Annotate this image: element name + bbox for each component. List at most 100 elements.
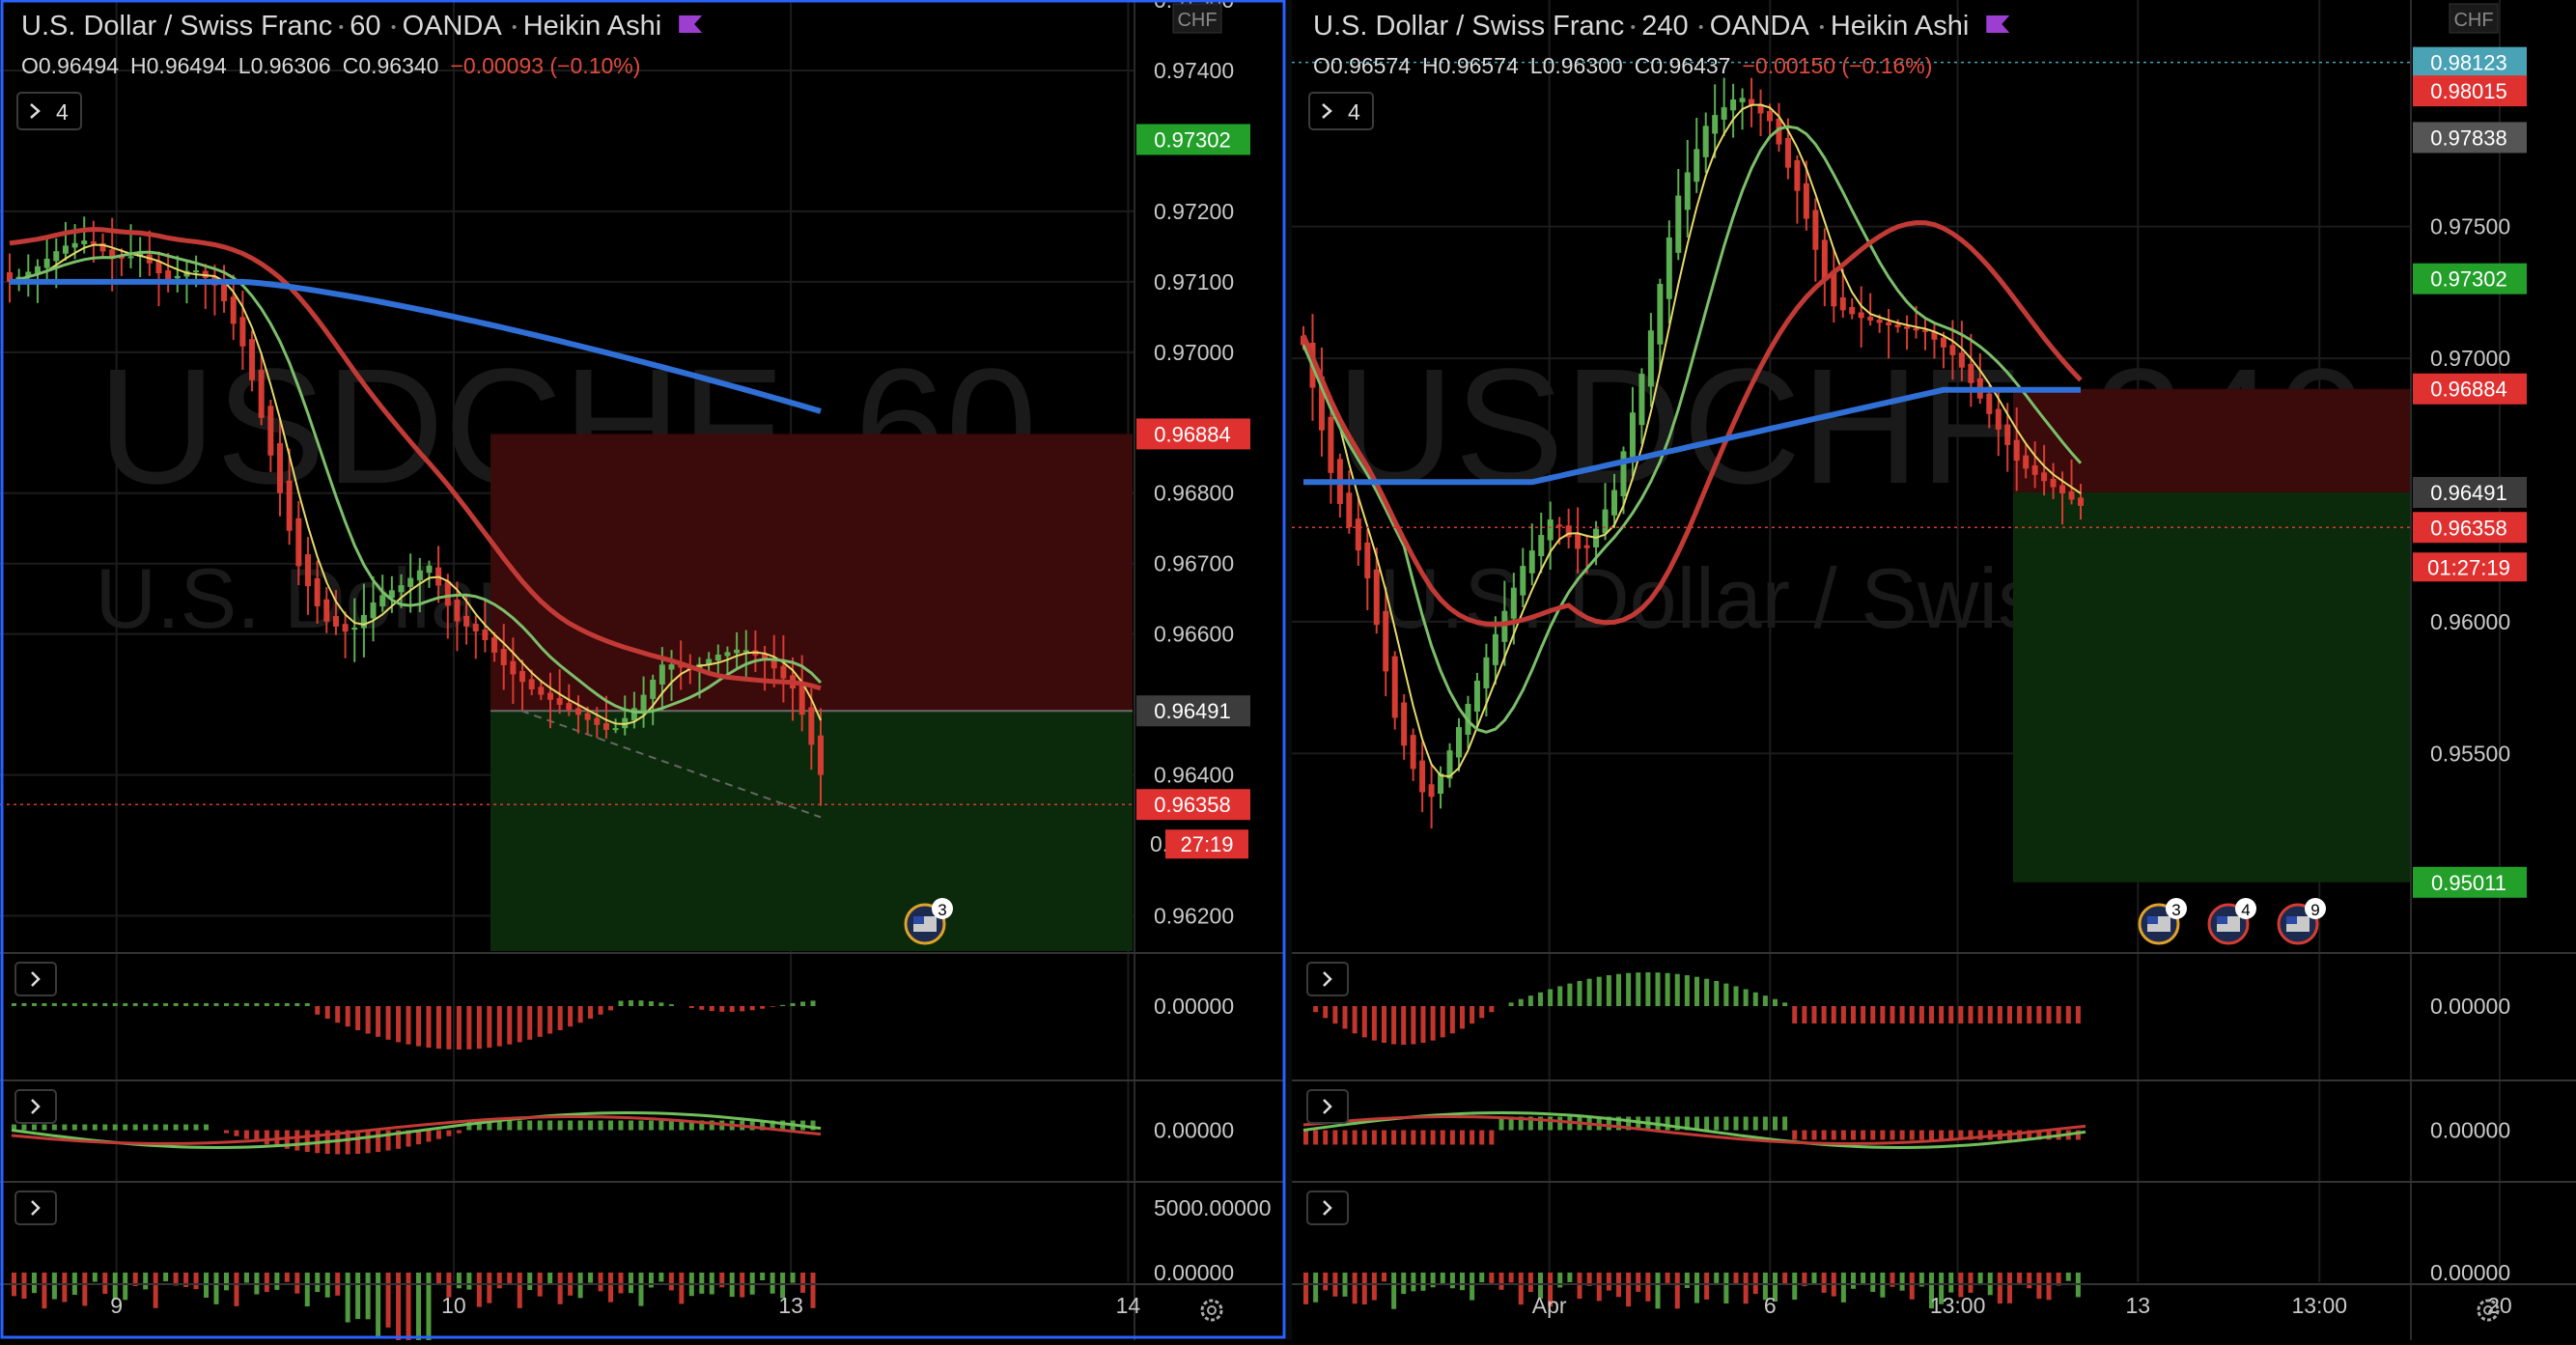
subpane-axis-label: 0.00000 bbox=[1154, 994, 1234, 1019]
histogram-bar bbox=[2017, 1273, 2022, 1283]
subpane-toggle[interactable] bbox=[1307, 1191, 1348, 1224]
candle-body bbox=[221, 283, 227, 301]
flag-icon[interactable] bbox=[1986, 15, 2009, 33]
subpane-toggle[interactable] bbox=[15, 1090, 56, 1123]
candle-body bbox=[1657, 284, 1663, 345]
histogram-bar bbox=[1734, 1117, 1739, 1131]
candle-body bbox=[557, 698, 563, 705]
histogram-bar bbox=[1421, 1273, 1426, 1291]
candle-body bbox=[1804, 183, 1809, 219]
histogram-bar bbox=[1870, 1131, 1875, 1140]
histogram-bar bbox=[72, 1003, 77, 1006]
histogram-bar bbox=[1832, 1131, 1836, 1140]
histogram-bar bbox=[719, 1006, 724, 1012]
y-tick-label: 0.96600 bbox=[1154, 622, 1234, 647]
histogram-bar bbox=[1323, 1273, 1328, 1290]
histogram-bar bbox=[1567, 984, 1572, 1006]
subpane-toggle[interactable] bbox=[15, 1191, 56, 1224]
candle-body bbox=[1685, 172, 1691, 210]
x-tick-label: 13:00 bbox=[2291, 1293, 2347, 1318]
indicators-toggle[interactable]: 4 bbox=[17, 93, 81, 129]
histogram-bar bbox=[1753, 1117, 1758, 1131]
histogram-bar bbox=[1998, 1273, 2002, 1303]
histogram-bar bbox=[1450, 1131, 1455, 1145]
candle-body bbox=[1584, 546, 1590, 548]
histogram-bar bbox=[82, 1003, 87, 1006]
event-badge[interactable]: 3 bbox=[2140, 898, 2187, 943]
legend-header: U.S. Dollar / Swiss Franc240OANDAHeikin … bbox=[1309, 11, 2009, 129]
histogram-bar bbox=[2007, 1006, 2012, 1023]
flag-icon[interactable] bbox=[679, 15, 702, 33]
histogram-bar bbox=[315, 1273, 320, 1292]
histogram-bar bbox=[547, 1006, 552, 1034]
candle-body bbox=[808, 708, 814, 745]
histogram-bar bbox=[21, 1003, 26, 1006]
candle-body bbox=[1474, 681, 1480, 712]
subpane-toggle[interactable] bbox=[15, 963, 56, 995]
histogram-bar bbox=[102, 1125, 107, 1131]
candle-body bbox=[407, 578, 413, 587]
candle-body bbox=[1703, 126, 1709, 157]
histogram-bar bbox=[1372, 1006, 1377, 1041]
histogram-bar bbox=[21, 1273, 26, 1299]
histogram-bar bbox=[1313, 1131, 1318, 1145]
histogram-bar bbox=[770, 1006, 775, 1007]
gear-teeth bbox=[1202, 1301, 1221, 1320]
histogram-bar bbox=[1900, 1273, 1905, 1291]
candle-body bbox=[1959, 352, 1965, 367]
y-tick-label: 0.96700 bbox=[1154, 551, 1234, 576]
indicators-toggle[interactable]: 4 bbox=[1309, 93, 1373, 129]
histogram-bar bbox=[669, 1121, 674, 1131]
subpane-toggle[interactable] bbox=[1307, 1090, 1348, 1123]
gear-icon[interactable] bbox=[1202, 1301, 1221, 1320]
histogram-bar bbox=[2076, 1006, 2081, 1023]
price-tag: 0.97302 bbox=[2413, 264, 2527, 294]
price-tag-label: 0.97838 bbox=[2430, 126, 2507, 150]
histogram-bar bbox=[1782, 1117, 1787, 1131]
candle-body bbox=[482, 630, 488, 640]
pane-separator[interactable] bbox=[1286, 0, 1292, 1340]
countdown-tag: 0.27:19 bbox=[1150, 829, 1248, 858]
histogram-bar bbox=[1812, 1131, 1817, 1140]
histogram-bar bbox=[658, 1002, 663, 1006]
candle-body bbox=[267, 406, 273, 455]
histogram-bar bbox=[547, 1121, 552, 1131]
event-badge[interactable]: 4 bbox=[2209, 898, 2256, 943]
histogram-bar bbox=[1734, 986, 1739, 1006]
histogram-bar bbox=[649, 1121, 654, 1131]
histogram-bar bbox=[1557, 986, 1562, 1006]
histogram-bar bbox=[1528, 1273, 1533, 1292]
histogram-bar bbox=[123, 1125, 127, 1131]
histogram-bar bbox=[1714, 981, 1719, 1006]
subpane-toggle[interactable] bbox=[1307, 963, 1348, 995]
time-axis[interactable]: 9101314 bbox=[110, 1293, 1221, 1320]
histogram-bar bbox=[1704, 1117, 1709, 1131]
histogram-bar bbox=[1832, 1006, 1836, 1023]
histogram-bar bbox=[1812, 1006, 1817, 1023]
histogram-bar bbox=[1519, 999, 1524, 1006]
toggle-bg bbox=[1307, 1090, 1348, 1123]
histogram-bar bbox=[588, 1006, 593, 1019]
histogram-bar bbox=[446, 1006, 451, 1050]
histogram-bar bbox=[1802, 1131, 1806, 1140]
histogram-bar bbox=[113, 1003, 118, 1006]
price-tag: 0.96884 bbox=[2413, 374, 2527, 405]
chart-canvas[interactable]: USDCHF, 60U.S. Dollar / Swiss Franc0.974… bbox=[0, 0, 2576, 1340]
histogram-bar bbox=[1666, 1117, 1670, 1131]
histogram-bar bbox=[1489, 1131, 1494, 1145]
histogram-bar bbox=[376, 1006, 380, 1037]
histogram-bar bbox=[1939, 1131, 1944, 1140]
histogram-bar bbox=[1851, 1131, 1856, 1140]
candle-body bbox=[715, 655, 721, 660]
histogram-bar bbox=[426, 1131, 431, 1142]
badge-count: 9 bbox=[2310, 901, 2319, 919]
candle-body bbox=[1785, 138, 1791, 168]
candle-body bbox=[2014, 440, 2020, 461]
histogram-bar bbox=[416, 1006, 421, 1047]
histogram-bar bbox=[1626, 1273, 1631, 1306]
histogram-bar bbox=[1313, 1273, 1318, 1303]
histogram-bar bbox=[154, 1273, 158, 1308]
histogram-bar bbox=[1460, 1273, 1465, 1290]
price-tag-label: 0.96358 bbox=[2430, 516, 2507, 540]
histogram-bar bbox=[1685, 1273, 1690, 1288]
